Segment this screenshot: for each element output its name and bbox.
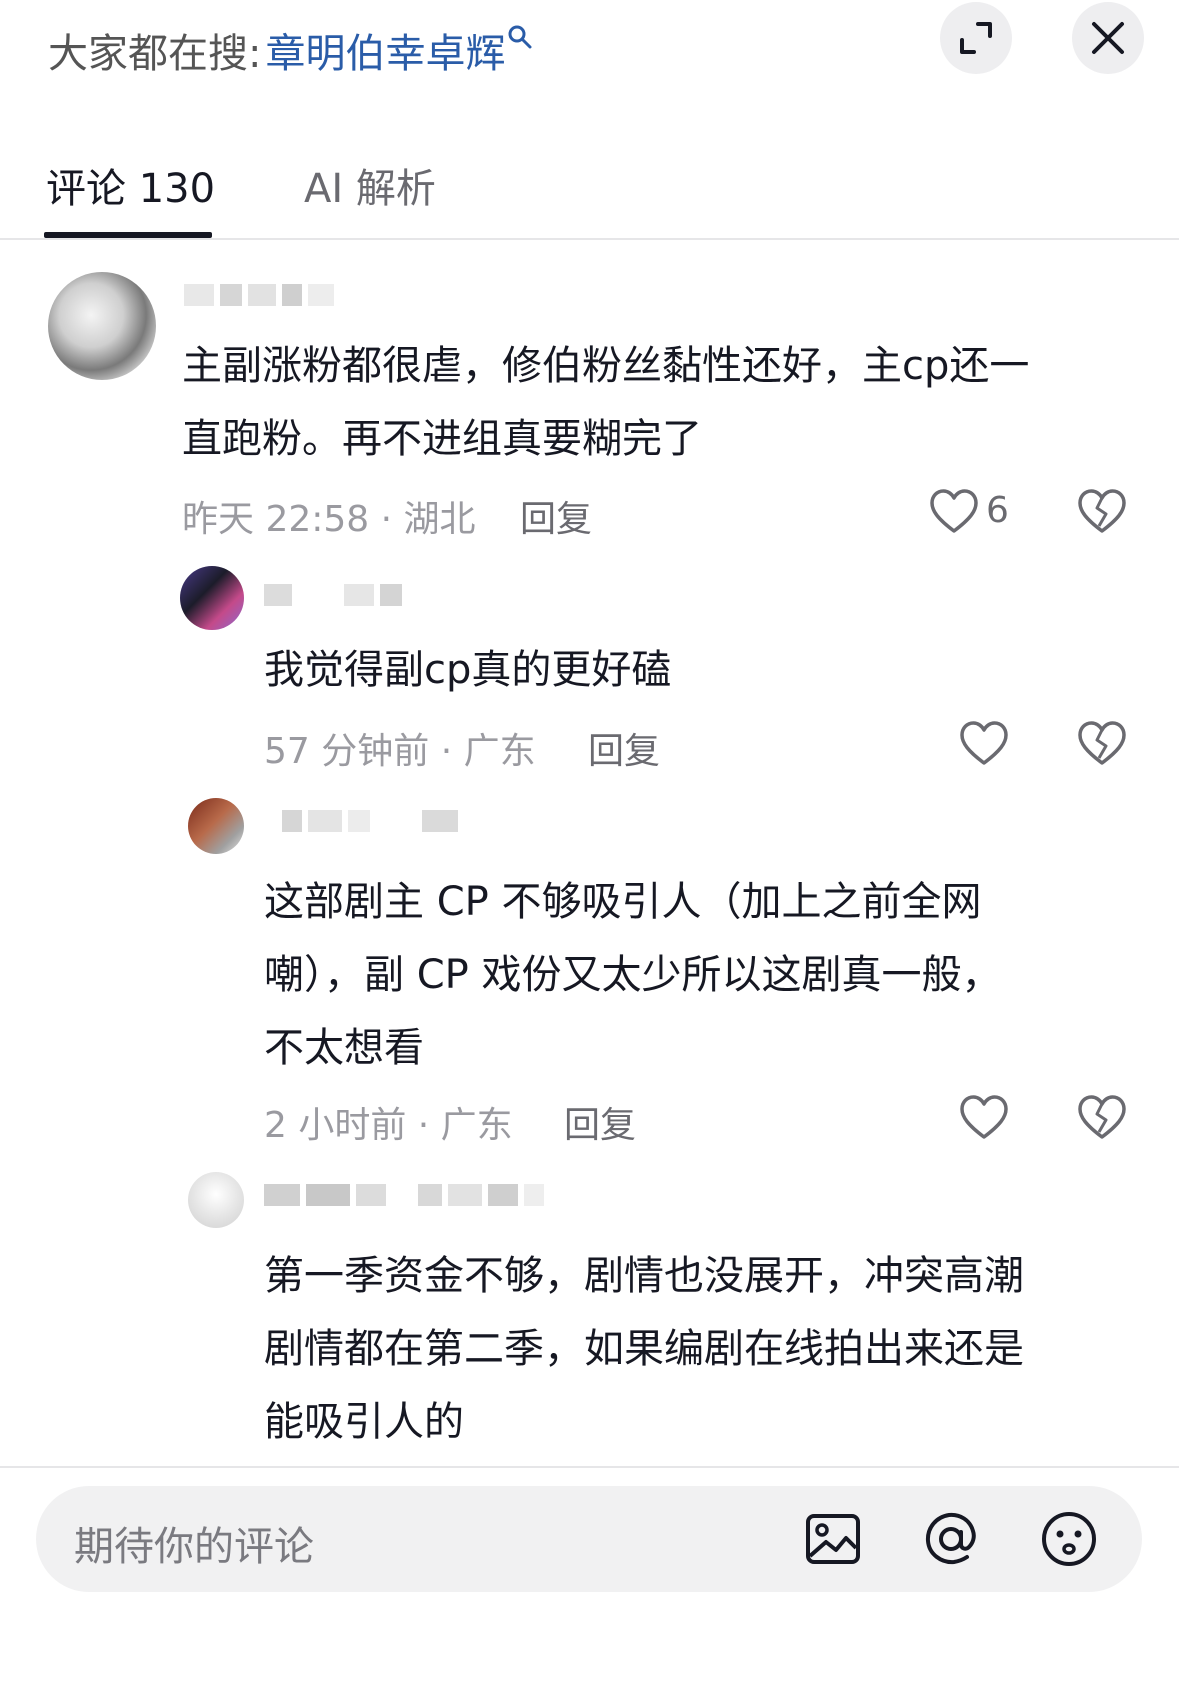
- input-divider: [0, 1466, 1179, 1468]
- comment-text: 这部剧主 CP 不够吸引人（加上之前全网 嘲），副 CP 戏份又太少所以这剧真一…: [264, 866, 1144, 1085]
- at-icon[interactable]: [920, 1508, 982, 1570]
- comment-text-line: 嘲），副 CP 戏份又太少所以这剧真一般，: [264, 952, 1002, 998]
- comment-input-placeholder: 期待你的评论: [74, 1524, 314, 1570]
- tab-ai-analysis[interactable]: AI 解析: [304, 156, 436, 214]
- trending-search[interactable]: 大家都在搜: 章明伯幸卓辉: [48, 22, 533, 78]
- comment-text-line: 我觉得副cp真的更好磕: [264, 647, 672, 693]
- tab-comments[interactable]: 评论 130: [46, 156, 215, 214]
- emoji-icon[interactable]: [1038, 1508, 1100, 1570]
- reply-button[interactable]: 回复: [520, 490, 592, 542]
- dislike-icon[interactable]: [1076, 718, 1128, 770]
- close-icon: [1092, 22, 1124, 54]
- reply-button[interactable]: 回复: [588, 722, 660, 774]
- active-tab-indicator: [44, 232, 212, 238]
- comment-text-line: 直跑粉。再不进组真要糊完了: [182, 416, 702, 462]
- comment-meta: 2 小时前 · 广东: [264, 1105, 513, 1146]
- comment-text-line: 第一季资金不够，剧情也没展开，冲突高潮: [264, 1253, 1024, 1299]
- username-blurred[interactable]: [282, 810, 464, 832]
- comment-text-line: 主副涨粉都很虐，修伯粉丝黏性还好，主cp还一: [182, 343, 1030, 389]
- comment-text-line: 这部剧主 CP 不够吸引人（加上之前全网: [264, 879, 982, 925]
- comment-text: 第一季资金不够，剧情也没展开，冲突高潮 剧情都在第二季，如果编剧在线拍出来还是 …: [264, 1240, 1144, 1459]
- username-blurred[interactable]: [264, 1184, 550, 1206]
- search-icon: [507, 24, 533, 57]
- comment-text: 我觉得副cp真的更好磕: [264, 634, 1124, 707]
- expand-icon: [960, 22, 992, 54]
- comment-tabs: 评论 130 AI 解析: [0, 140, 1179, 240]
- like-icon[interactable]: [958, 718, 1010, 770]
- avatar[interactable]: [48, 272, 156, 380]
- expand-button[interactable]: [940, 2, 1012, 74]
- like-count: 6: [986, 490, 1009, 531]
- comment-text-line: 能吸引人的: [264, 1399, 464, 1445]
- like-icon[interactable]: [958, 1092, 1010, 1144]
- dislike-icon[interactable]: [1076, 1092, 1128, 1144]
- avatar[interactable]: [188, 1172, 244, 1228]
- comment-meta: 昨天 22:58 · 湖北: [182, 499, 476, 540]
- comment-text-line: 剧情都在第二季，如果编剧在线拍出来还是: [264, 1326, 1024, 1372]
- comment-meta: 57 分钟前 · 广东: [264, 731, 536, 772]
- close-button[interactable]: [1072, 2, 1144, 74]
- like-icon[interactable]: [928, 486, 980, 538]
- image-icon[interactable]: [802, 1508, 864, 1570]
- dislike-icon[interactable]: [1076, 486, 1128, 538]
- trending-search-term[interactable]: 章明伯幸卓辉: [265, 21, 505, 79]
- reply-button[interactable]: 回复: [564, 1096, 636, 1148]
- comment-text-line: 不太想看: [264, 1025, 424, 1071]
- avatar[interactable]: [188, 798, 244, 854]
- avatar[interactable]: [180, 566, 244, 630]
- comment-text: 主副涨粉都很虐，修伯粉丝黏性还好，主cp还一 直跑粉。再不进组真要糊完了: [182, 330, 1122, 476]
- trending-search-prefix: 大家都在搜:: [48, 31, 262, 77]
- comment-input[interactable]: 期待你的评论: [36, 1486, 1142, 1592]
- username-blurred[interactable]: [264, 584, 408, 606]
- username-blurred[interactable]: [184, 284, 340, 306]
